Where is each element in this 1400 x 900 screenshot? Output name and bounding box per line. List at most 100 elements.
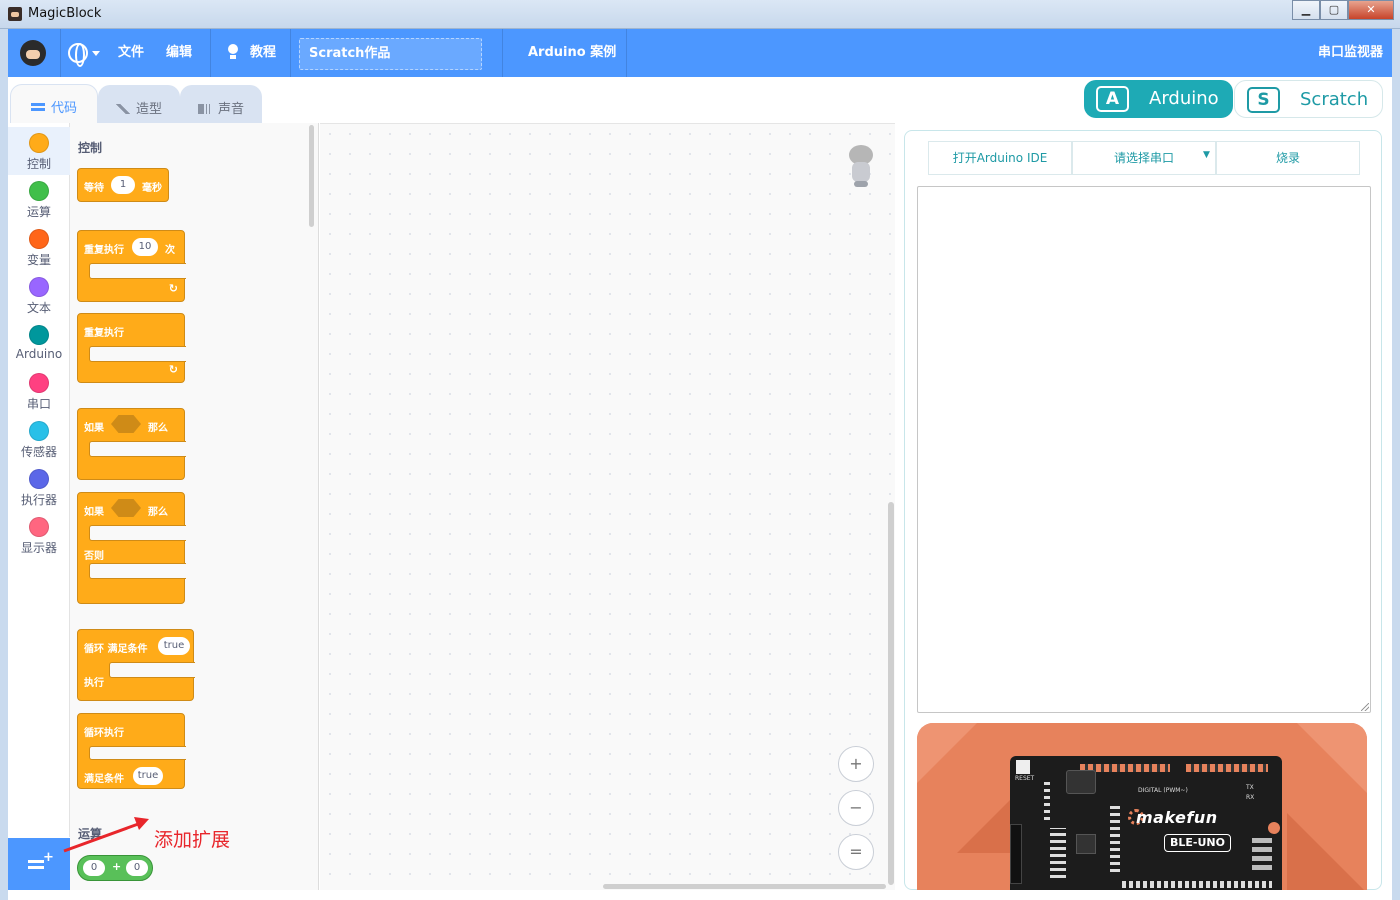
category-text[interactable]: 文本: [8, 271, 70, 319]
block-forever[interactable]: 重复执行 ↻: [77, 313, 186, 383]
block-while-do: 执行: [84, 678, 104, 689]
palette-scrollbar[interactable]: [309, 125, 314, 227]
speaker-icon: [197, 104, 212, 114]
category-displays[interactable]: 显示器: [8, 511, 70, 559]
scratch-mode-button[interactable]: S Scratch: [1234, 80, 1383, 118]
category-arduino[interactable]: Arduino: [8, 319, 70, 367]
chevron-down-icon[interactable]: [92, 51, 100, 56]
condition-slot[interactable]: [111, 499, 141, 517]
arduino-mode-label: Arduino: [1149, 88, 1219, 109]
resize-grip-icon[interactable]: [1361, 703, 1369, 711]
open-arduino-ide-button[interactable]: 打开Arduino IDE: [928, 141, 1072, 175]
block-add-right-input[interactable]: 0: [126, 860, 148, 876]
block-while[interactable]: 循环 满足条件 true 执行: [77, 629, 195, 701]
board-brand: makefun: [1136, 808, 1218, 827]
block-else-text: 否则: [84, 551, 104, 562]
tab-costumes[interactable]: 造型: [98, 85, 180, 123]
block-if-then[interactable]: 如果 那么: [77, 408, 186, 480]
arduino-icon: A: [1096, 86, 1129, 112]
zoom-in-button[interactable]: +: [838, 746, 874, 782]
block-if-text: 如果: [84, 507, 104, 518]
block-add[interactable]: 0 + 0: [77, 855, 153, 881]
magicblock-logo[interactable]: [20, 40, 46, 66]
zoom-out-button[interactable]: −: [838, 790, 874, 826]
category-dot: [29, 133, 49, 153]
category-sensors[interactable]: 传感器: [8, 415, 70, 463]
add-extension-button[interactable]: [8, 838, 70, 890]
window-controls: ▁ ▢ ✕: [1292, 0, 1394, 20]
zoom-reset-button[interactable]: =: [838, 834, 874, 870]
serial-port-select[interactable]: 请选择串口: [1072, 141, 1216, 175]
tab-code[interactable]: 代码: [10, 84, 98, 123]
block-repeat[interactable]: 重复执行 10 次 ↻: [77, 230, 186, 302]
project-title-input[interactable]: Scratch作品: [299, 38, 482, 70]
menu-divider: [210, 29, 211, 77]
minimize-button[interactable]: ▁: [1292, 0, 1320, 20]
condition-slot[interactable]: [111, 415, 141, 433]
close-button[interactable]: ✕: [1348, 0, 1394, 20]
board-rx-label: RX: [1246, 794, 1255, 801]
menu-divider: [626, 29, 627, 77]
menu-tutorials[interactable]: 教程: [250, 29, 276, 77]
category-label: 显示器: [20, 541, 57, 555]
tab-sounds[interactable]: 声音: [180, 85, 262, 123]
category-operators[interactable]: 运算: [8, 175, 70, 223]
category-label: 控制: [26, 157, 51, 171]
add-extension-icon: [28, 850, 54, 872]
maximize-button[interactable]: ▢: [1320, 0, 1348, 20]
category-dot: [29, 325, 49, 345]
window-titlebar: MagicBlock ▁ ▢ ✕: [0, 0, 1400, 29]
category-variables[interactable]: 变量: [8, 223, 70, 271]
block-do-while[interactable]: 循环执行 满足条件 true: [77, 713, 186, 789]
code-workspace[interactable]: [320, 123, 895, 890]
block-repeat-input[interactable]: 10: [132, 238, 158, 256]
menu-arduino-examples[interactable]: Arduino 案例: [528, 29, 616, 77]
zoom-out-icon: −: [849, 798, 863, 817]
category-serial[interactable]: 串口: [8, 367, 70, 415]
category-control[interactable]: 控制: [8, 127, 70, 175]
block-wait[interactable]: 等待 1 毫秒: [77, 168, 169, 202]
app-icon: [8, 7, 22, 21]
arduino-mode-button[interactable]: A Arduino: [1084, 80, 1233, 118]
block-forever-slot: [89, 346, 186, 362]
code-icon: [30, 103, 45, 113]
category-dot: [29, 469, 49, 489]
menu-divider: [502, 29, 503, 77]
arduino-board-image: RESET DIGITAL (PWM~) TX RX makefun BLE-U…: [1010, 756, 1282, 890]
code-output-textarea[interactable]: [917, 186, 1371, 713]
sprite-mascot-icon: [847, 145, 875, 189]
block-add-left-input[interactable]: 0: [83, 860, 105, 876]
category-dot: [29, 421, 49, 441]
block-do-while-slot: [89, 746, 186, 760]
category-dot: [29, 373, 49, 393]
menu-edit[interactable]: 编辑: [166, 29, 192, 77]
pin-header: [1122, 881, 1272, 888]
chip-graphic: [1066, 770, 1096, 794]
category-dot: [29, 181, 49, 201]
category-label: 文本: [26, 301, 51, 315]
workspace-vertical-scrollbar[interactable]: [888, 502, 894, 885]
block-else-slot: [89, 563, 186, 579]
block-wait-input[interactable]: 1: [111, 176, 135, 194]
pin-header: [1186, 764, 1268, 772]
pin-column: [1044, 780, 1050, 820]
pin-column: [1110, 802, 1120, 872]
reset-button-graphic: [1016, 760, 1030, 774]
workspace-horizontal-scrollbar[interactable]: [603, 884, 886, 889]
window-title: MagicBlock: [28, 6, 102, 21]
block-do-while-text: 循环执行: [84, 728, 124, 739]
menu-divider: [290, 29, 291, 77]
menu-file[interactable]: 文件: [118, 29, 144, 77]
block-do-while-input[interactable]: true: [133, 767, 163, 785]
globe-icon[interactable]: [68, 43, 88, 67]
board-led: [1268, 822, 1280, 834]
block-if-else[interactable]: 如果 那么 否则: [77, 492, 186, 604]
upload-button[interactable]: 烧录: [1216, 141, 1360, 175]
menu-divider: [60, 29, 61, 77]
category-dot: [29, 229, 49, 249]
board-reset-label: RESET: [1015, 775, 1035, 782]
menu-serial-monitor[interactable]: 串口监视器: [1318, 29, 1383, 77]
antenna-graphic: [1010, 824, 1022, 884]
category-actuators[interactable]: 执行器: [8, 463, 70, 511]
block-while-input[interactable]: true: [158, 637, 190, 655]
